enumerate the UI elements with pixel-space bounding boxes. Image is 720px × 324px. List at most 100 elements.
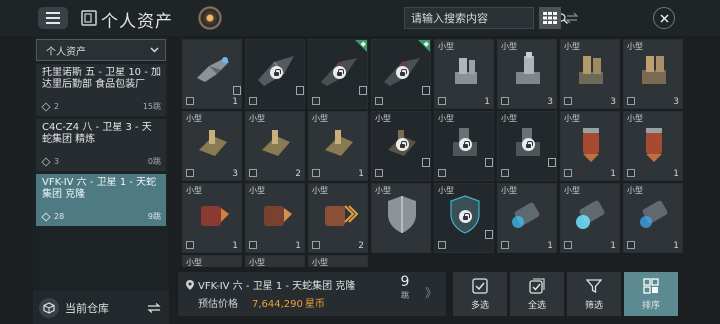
- location-item[interactable]: 托里诺斯 五 - 卫星 10 - 加达里后勤部 食品包装厂 2 15跳: [36, 64, 166, 116]
- ammo-icon: [646, 128, 662, 162]
- select-all-button[interactable]: 全选: [510, 272, 564, 316]
- item-tile[interactable]: [245, 39, 305, 109]
- close-icon: [659, 13, 669, 23]
- asset-scope-dropdown[interactable]: 个人资产: [36, 39, 166, 61]
- multi-select-label: 多选: [470, 300, 489, 311]
- item-tile[interactable]: 小型 1: [560, 111, 620, 181]
- slot-badge: [422, 86, 430, 95]
- location-meta: 2 15跳: [41, 101, 161, 112]
- item-tile[interactable]: 小型 3: [560, 39, 620, 109]
- item-count: 3: [54, 157, 60, 166]
- swap-icon[interactable]: [147, 302, 161, 313]
- item-tile[interactable]: 小型 3: [182, 111, 242, 181]
- wallet-icon[interactable]: [198, 6, 222, 30]
- item-tile[interactable]: 小型: [371, 183, 431, 253]
- chevron-down-icon: [150, 47, 159, 53]
- item-tile[interactable]: 1: [182, 39, 242, 109]
- item-tile[interactable]: 小型 1: [623, 183, 683, 253]
- type-badge: [312, 97, 320, 105]
- jumps-label: 跳: [401, 291, 409, 300]
- size-label: 小型: [186, 258, 202, 267]
- item-tile[interactable]: 小型: [308, 255, 368, 267]
- item-tile[interactable]: 小型 1: [308, 111, 368, 181]
- item-tile[interactable]: 小型 1: [560, 183, 620, 253]
- shield-icon: [388, 196, 416, 233]
- item-quantity: 3: [232, 169, 238, 179]
- item-tile[interactable]: ◆: [371, 39, 431, 109]
- cube-icon: [41, 156, 51, 167]
- item-tile[interactable]: 小型: [497, 111, 557, 181]
- location-name: 托里诺斯 五 - 卫星 10 - 加达里后勤部 食品包装厂: [42, 67, 161, 90]
- route-arrows-icon[interactable]: 》: [425, 284, 437, 301]
- item-tile[interactable]: 小型 2: [308, 183, 368, 253]
- lock-icon: [333, 66, 346, 79]
- item-tile[interactable]: 小型 3: [497, 39, 557, 109]
- slot-badge: [296, 86, 304, 95]
- sort-button[interactable]: 排序: [624, 272, 678, 316]
- checkbox-icon: [472, 277, 488, 294]
- filter-label: 筛选: [584, 300, 603, 311]
- value-amount: 7,644,290: [252, 299, 303, 310]
- multi-select-button[interactable]: 多选: [453, 272, 507, 316]
- item-tile[interactable]: 小型 1: [182, 183, 242, 253]
- item-tile[interactable]: 小型 1: [245, 183, 305, 253]
- lock-icon: [522, 138, 535, 151]
- launcher-icon: [325, 130, 353, 156]
- item-tile[interactable]: 小型: [245, 255, 305, 267]
- location-name: VFK-IV 六 - 卫星 1 - 天蛇集团 克隆: [42, 177, 157, 200]
- box-icon: [39, 297, 59, 318]
- type-badge: [249, 241, 257, 249]
- item-count: 28: [54, 212, 65, 221]
- location-pin-icon: [186, 279, 194, 290]
- cube-icon: [41, 101, 51, 112]
- item-tile[interactable]: 小型 1: [434, 39, 494, 109]
- select-all-label: 全选: [527, 300, 546, 311]
- location-item-selected[interactable]: VFK-IV 六 - 卫星 1 - 天蛇集团 克隆 28 9跳: [36, 174, 166, 226]
- slot-badge: [548, 158, 556, 167]
- item-tile[interactable]: 小型 2: [245, 111, 305, 181]
- charge-icon: [325, 205, 359, 226]
- item-quantity: 2: [295, 169, 301, 179]
- search-input[interactable]: [405, 8, 556, 28]
- type-badge: [375, 97, 383, 105]
- diamond-icon: ◆: [360, 40, 366, 48]
- close-button[interactable]: [653, 7, 675, 29]
- item-quantity: 3: [610, 97, 616, 107]
- location-item[interactable]: C4C-Z4 八 - 卫星 3 - 天蛇集团 精炼 3 0跳: [36, 119, 166, 171]
- type-badge: [564, 97, 572, 105]
- filter-button[interactable]: 筛选: [567, 272, 621, 316]
- jump-count: 0跳: [147, 157, 161, 166]
- dropdown-label: 个人资产: [46, 46, 86, 58]
- item-quantity: 1: [295, 241, 301, 251]
- item-tile[interactable]: ◆: [308, 39, 368, 109]
- item-tile[interactable]: 小型 1: [497, 183, 557, 253]
- item-tile[interactable]: 小型 1: [623, 111, 683, 181]
- cube-icon: [41, 211, 51, 222]
- item-tile[interactable]: 小型: [434, 111, 494, 181]
- current-store-bar[interactable]: 当前仓库: [33, 291, 169, 324]
- slot-badge: [422, 158, 430, 167]
- item-tile[interactable]: 小型: [434, 183, 494, 253]
- menu-button[interactable]: [38, 7, 68, 29]
- item-tile[interactable]: 小型 3: [623, 39, 683, 109]
- estimated-value: 预估价格 7,644,290 星币: [198, 295, 325, 310]
- type-badge: [249, 97, 257, 105]
- item-quantity: 1: [358, 169, 364, 179]
- assets-icon: [81, 10, 97, 26]
- type-badge: [186, 169, 194, 177]
- sort-label: 排序: [641, 300, 660, 311]
- item-tile[interactable]: 小型: [371, 111, 431, 181]
- swap-view-button[interactable]: [561, 7, 583, 29]
- lock-icon: [396, 138, 409, 151]
- location-name: C4C-Z4 八 - 卫星 3 - 天蛇集团 精炼: [42, 122, 152, 145]
- item-quantity: 1: [610, 241, 616, 251]
- type-badge: [438, 169, 446, 177]
- item-count: 2: [54, 102, 60, 111]
- booster-icon: [640, 200, 668, 228]
- value-unit: 星币: [304, 299, 325, 310]
- grid-view-button[interactable]: [539, 7, 561, 29]
- swap-icon: [566, 12, 578, 24]
- size-label: 小型: [312, 258, 328, 267]
- item-tile[interactable]: 小型: [182, 255, 242, 267]
- type-badge: [627, 241, 635, 249]
